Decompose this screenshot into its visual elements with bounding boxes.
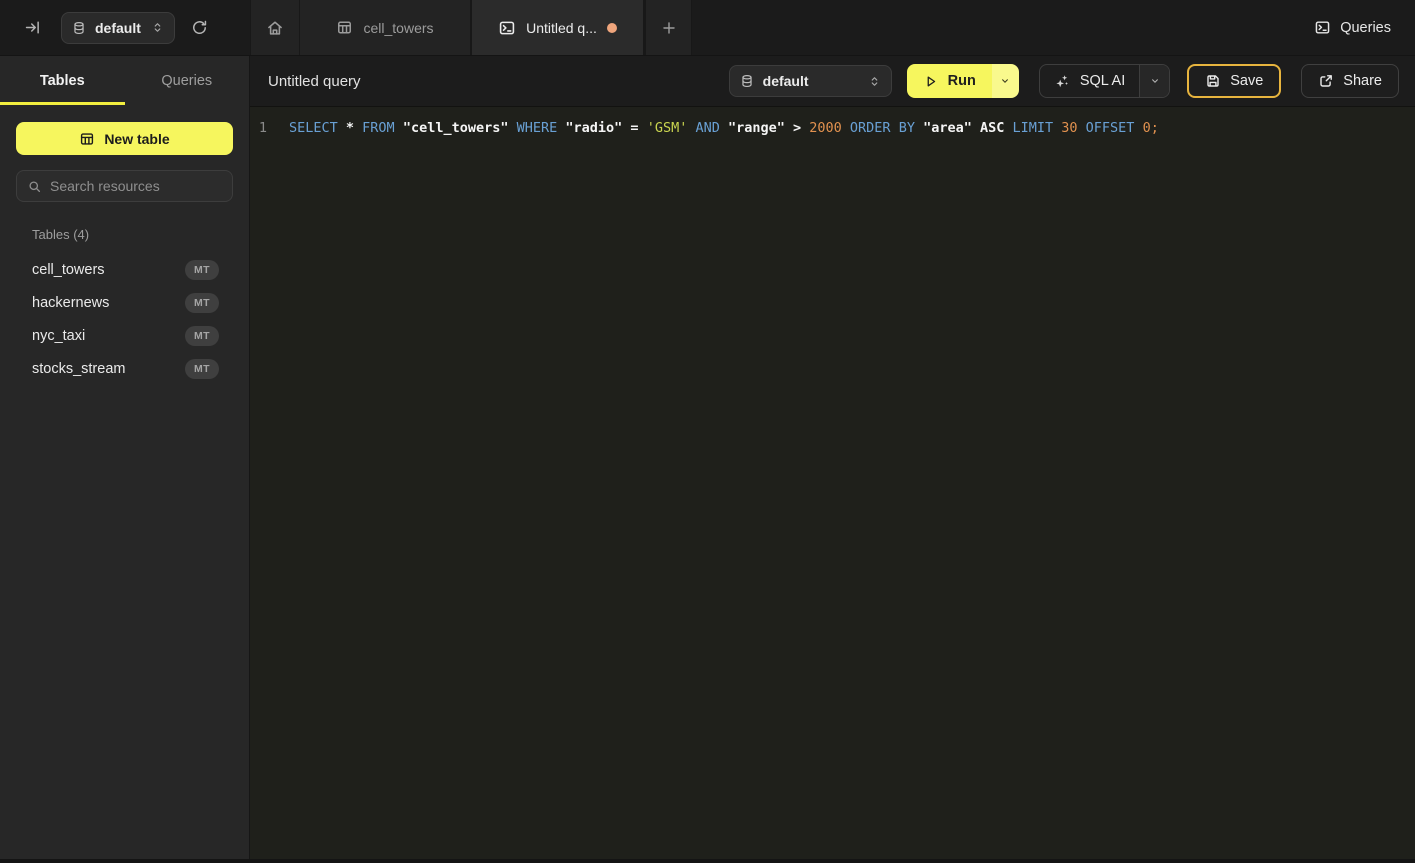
table-row[interactable]: stocks_stream MT [0, 352, 249, 385]
topbar-left: default [0, 0, 250, 55]
table-icon [79, 131, 95, 147]
run-button[interactable]: Run [907, 64, 992, 98]
database-icon [72, 21, 86, 35]
database-selector-value: default [763, 73, 809, 89]
chevron-updown-icon [151, 21, 164, 34]
run-button-label: Run [948, 73, 976, 89]
home-icon [266, 19, 284, 37]
table-row[interactable]: cell_towers MT [0, 253, 249, 286]
code-line: 1 SELECT * FROM "cell_towers" WHERE "rad… [250, 117, 1415, 139]
table-row[interactable]: nyc_taxi MT [0, 319, 249, 352]
search-input[interactable] [50, 178, 231, 194]
chevron-down-icon [999, 75, 1011, 87]
terminal-icon [498, 19, 516, 37]
chevron-updown-icon [868, 75, 881, 88]
window-bottom-edge [0, 859, 1415, 863]
console-icon [1314, 19, 1331, 36]
sql-ai-options-button[interactable] [1139, 65, 1169, 97]
sql-ai-split-button: SQL AI [1039, 64, 1170, 98]
table-row[interactable]: hackernews MT [0, 286, 249, 319]
table-engine-badge: MT [185, 359, 219, 379]
run-options-button[interactable] [992, 64, 1019, 98]
collapse-right-icon [24, 19, 41, 36]
run-split-button: Run [907, 64, 1019, 98]
search-box [16, 170, 233, 202]
query-toolbar: Untitled query default Run [250, 56, 1415, 107]
topbar-spacer [692, 0, 1302, 55]
table-name: stocks_stream [32, 361, 185, 377]
tab-cell-towers[interactable]: cell_towers [299, 0, 470, 55]
sidebar-database-selector[interactable]: default [61, 12, 175, 44]
tables-section-title: Tables (4) [32, 227, 233, 242]
table-engine-badge: MT [185, 326, 219, 346]
topbar: default cell_towers [0, 0, 1415, 56]
table-name: nyc_taxi [32, 328, 185, 344]
tabstrip: cell_towers Untitled q... [250, 0, 692, 55]
share-icon [1318, 73, 1334, 89]
app-window: default cell_towers [0, 0, 1415, 863]
sidebar-tab-queries[interactable]: Queries [125, 56, 250, 105]
new-table-button[interactable]: New table [16, 122, 233, 155]
queries-button[interactable]: Queries [1302, 0, 1415, 55]
table-icon [336, 19, 353, 36]
sql-code[interactable]: SELECT * FROM "cell_towers" WHERE "radio… [289, 117, 1159, 139]
save-floppy-icon [1205, 73, 1221, 89]
play-icon [923, 74, 938, 89]
table-engine-badge: MT [185, 293, 219, 313]
new-tab-button[interactable] [645, 0, 692, 55]
tab-home[interactable] [250, 0, 299, 55]
tab-label: cell_towers [363, 20, 433, 36]
queries-button-label: Queries [1340, 20, 1391, 36]
collapse-sidebar-button[interactable] [24, 19, 41, 36]
line-number: 1 [250, 117, 276, 139]
sidebar-tab-tables[interactable]: Tables [0, 56, 125, 105]
database-selector-value: default [95, 20, 141, 36]
table-list: cell_towers MT hackernews MT nyc_taxi MT… [0, 253, 249, 385]
sql-ai-button[interactable]: SQL AI [1040, 65, 1139, 97]
body: Tables Queries New table Tables (4) [0, 56, 1415, 863]
query-database-selector[interactable]: default [729, 65, 892, 97]
main-panel: Untitled query default Run [250, 56, 1415, 863]
chevron-down-icon [1149, 75, 1161, 87]
table-name: hackernews [32, 295, 185, 311]
query-title[interactable]: Untitled query [268, 73, 729, 90]
plus-icon [661, 20, 677, 36]
save-button[interactable]: Save [1187, 64, 1281, 98]
sidebar-tabs: Tables Queries [0, 56, 249, 105]
tab-untitled-query[interactable]: Untitled q... [470, 0, 645, 55]
unsaved-dot-icon [607, 23, 617, 33]
tab-label: Untitled q... [526, 20, 597, 36]
database-icon [740, 74, 754, 88]
search-icon [27, 179, 42, 194]
sidebar-tab-label: Queries [161, 73, 212, 89]
sparkles-icon [1054, 73, 1070, 89]
share-button[interactable]: Share [1301, 64, 1399, 98]
share-button-label: Share [1343, 73, 1382, 89]
table-name: cell_towers [32, 262, 185, 278]
table-engine-badge: MT [185, 260, 219, 280]
sql-ai-button-label: SQL AI [1080, 73, 1125, 89]
sidebar: Tables Queries New table Tables (4) [0, 56, 250, 863]
refresh-button[interactable] [191, 19, 208, 36]
refresh-icon [191, 19, 208, 36]
sidebar-tab-label: Tables [40, 73, 85, 89]
new-table-button-label: New table [104, 131, 169, 147]
save-button-label: Save [1230, 73, 1263, 89]
sql-editor[interactable]: 1 SELECT * FROM "cell_towers" WHERE "rad… [250, 107, 1415, 863]
